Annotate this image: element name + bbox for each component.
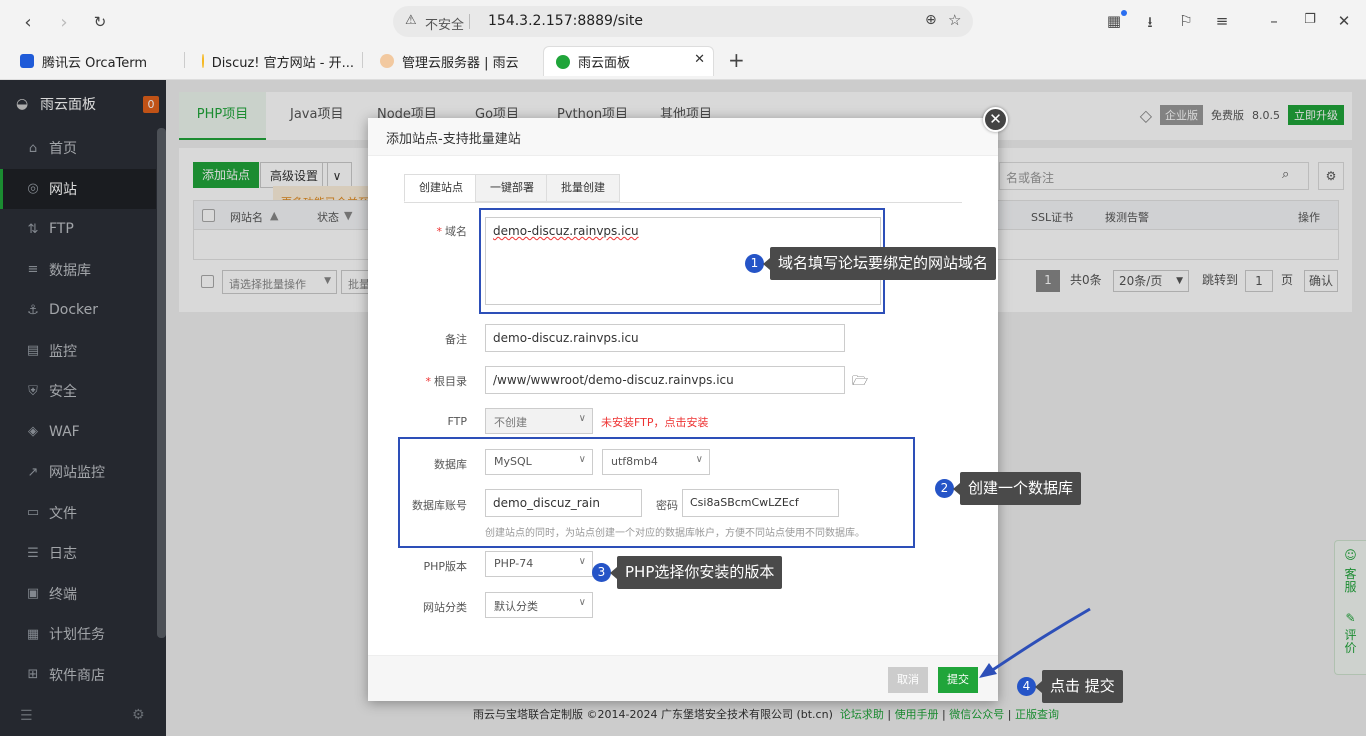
category-label: 网站分类: [423, 601, 467, 614]
insecure-label: 不安全: [425, 18, 465, 33]
forward-icon[interactable]: ›: [52, 10, 76, 34]
annotation-2: 2 创建一个数据库: [935, 472, 1082, 505]
close-icon[interactable]: ✕: [983, 107, 1008, 132]
tab-batch-create[interactable]: 批量创建: [546, 174, 620, 202]
menu-icon[interactable]: ≡: [1211, 12, 1233, 34]
remark-input[interactable]: demo-discuz.rainvps.icu: [485, 324, 845, 352]
tab-create-site[interactable]: 创建站点: [404, 174, 478, 202]
rainyun-icon: [380, 54, 394, 68]
warning-icon: ⚠: [405, 13, 417, 28]
php-version-label: PHP版本: [423, 560, 467, 573]
back-icon[interactable]: ‹: [16, 10, 40, 34]
domain-label: * 域名: [436, 225, 468, 238]
close-window-icon[interactable]: ✕: [1333, 12, 1355, 34]
tab-rainyun[interactable]: 管理云服务器 | 雨云: [380, 46, 519, 76]
root-dir-label: * 根目录: [425, 375, 468, 388]
highlight-box-database: [398, 437, 915, 548]
annotation-1: 1 域名填写论坛要绑定的网站域名: [745, 247, 997, 280]
new-tab-icon[interactable]: +: [728, 48, 745, 72]
panel-tab-icon: [556, 54, 570, 69]
remark-label: 备注: [445, 333, 467, 346]
ftp-select[interactable]: 不创建 ∨: [485, 408, 593, 434]
annotation-3: 3 PHP选择你安装的版本: [592, 556, 783, 589]
zoom-icon[interactable]: ⊕: [925, 12, 937, 28]
php-version-select[interactable]: PHP-74 ∨: [485, 551, 593, 577]
tab-one-click-deploy[interactable]: 一键部署: [475, 174, 549, 202]
dialog-footer: 取消 提交: [368, 655, 998, 701]
address-bar[interactable]: ⚠ 不安全 154.3.2.157:8889/site ⊕ ☆: [393, 6, 973, 37]
browser-chrome: ‹ › ↻ ⚠ 不安全 154.3.2.157:8889/site ⊕ ☆ ▦ …: [0, 0, 1366, 80]
bookmarks-icon[interactable]: ⚐: [1175, 12, 1197, 34]
url-text[interactable]: 154.3.2.157:8889/site: [488, 13, 643, 29]
submit-button[interactable]: 提交: [938, 667, 978, 693]
restore-icon[interactable]: ❐: [1299, 12, 1321, 34]
ftp-label: FTP: [447, 415, 468, 428]
cancel-button[interactable]: 取消: [888, 667, 928, 693]
download-icon[interactable]: ⭳: [1139, 12, 1161, 34]
orcaterm-icon: [20, 54, 34, 68]
tab-discuz[interactable]: Discuz! 官方网站 - 开...: [202, 46, 354, 76]
tab-orcaterm[interactable]: 腾讯云 OrcaTerm: [20, 46, 147, 76]
root-dir-input[interactable]: /www/wwwroot/demo-discuz.rainvps.icu: [485, 366, 845, 394]
folder-open-icon[interactable]: 🗁: [852, 372, 868, 394]
close-tab-icon[interactable]: ✕: [694, 52, 705, 67]
tab-panel-active[interactable]: 雨云面板 ✕: [543, 46, 714, 76]
annotation-arrow: [979, 607, 1091, 678]
minimize-icon[interactable]: –: [1263, 12, 1285, 34]
reload-icon[interactable]: ↻: [88, 10, 112, 34]
add-site-dialog: 添加站点-支持批量建站 创建站点 一键部署 批量创建 * 域名 demo-disc…: [368, 118, 998, 701]
discuz-icon: [202, 54, 204, 68]
bookmark-star-icon[interactable]: ☆: [948, 11, 961, 29]
install-ftp-link[interactable]: 未安装FTP，点击安装: [601, 414, 709, 430]
dialog-title: 添加站点-支持批量建站: [368, 118, 998, 156]
category-select[interactable]: 默认分类 ∨: [485, 592, 593, 618]
